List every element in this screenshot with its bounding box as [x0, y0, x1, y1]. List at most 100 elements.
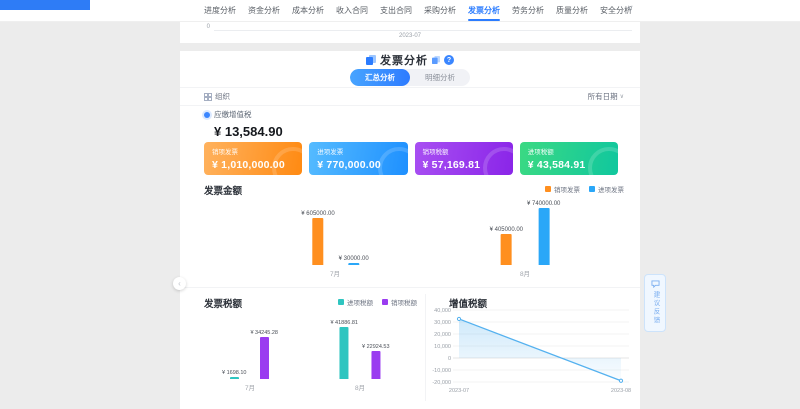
page-title-row: 发票分析 ? [180, 52, 640, 68]
view-tab-明细分析[interactable]: 明细分析 [410, 69, 470, 86]
bar-销项税额-8月 [371, 351, 380, 379]
nav-tab-采购分析[interactable]: 采购分析 [422, 0, 458, 22]
nav-tab-劳务分析[interactable]: 劳务分析 [510, 0, 546, 22]
view-toggle: 汇总分析明细分析 [350, 69, 470, 86]
nav-tab-资金分析[interactable]: 资金分析 [246, 0, 282, 22]
collapse-handle[interactable]: ‹ [173, 277, 186, 290]
kpi-dot-icon [204, 112, 210, 118]
divider [180, 105, 640, 106]
invoice-tax-chart: ¥ 1698.10¥ 34245.287月¥ 41886.81¥ 22924.5… [180, 306, 425, 392]
chat-bubble-icon [651, 280, 660, 288]
top-nav-bar: 进度分析资金分析成本分析收入合同支出合同采购分析发票分析劳务分析质量分析安全分析… [0, 0, 800, 22]
bar-group-8月: ¥ 405000.00 ¥ 740000.00 8月 [490, 201, 561, 278]
summary-card-label: 销项税额 [423, 146, 505, 156]
previous-chart-x-label: 2023-07 [180, 33, 640, 39]
help-icon[interactable]: ? [444, 55, 454, 65]
nav-tabs: 进度分析资金分析成本分析收入合同支出合同采购分析发票分析劳务分析质量分析安全分析 [202, 0, 634, 22]
kpi-value: ¥ 13,584.90 [214, 124, 283, 139]
feedback-widget[interactable]: 建议反馈 [644, 274, 666, 332]
x-tick-label: 2023-08 [611, 388, 631, 394]
bar-item-进项税额: ¥ 41886.81 [330, 320, 358, 379]
y-tick-label: -10,000 [432, 368, 451, 374]
view-toggle-wrap: 汇总分析明细分析 [180, 69, 640, 86]
nav-tab-支出合同[interactable]: 支出合同 [378, 0, 414, 22]
bar-group-8月: ¥ 41886.81¥ 22924.538月 [330, 320, 389, 392]
view-tab-汇总分析[interactable]: 汇总分析 [350, 69, 410, 86]
bars: ¥ 1698.10 ¥ 34245.28 [222, 330, 278, 380]
bar-item-销项发票: ¥ 605000.00 [301, 211, 334, 265]
nav-tab-进度分析[interactable]: 进度分析 [202, 0, 238, 22]
summary-card-value: ¥ 770,000.00 [317, 159, 399, 171]
document-icon [366, 55, 376, 65]
nav-tab-发票分析[interactable]: 发票分析 [466, 0, 502, 22]
y-tick-label: 10,000 [434, 344, 451, 350]
bar-item-销项发票: ¥ 405000.00 [490, 227, 523, 265]
legend-label: 销项发票 [554, 184, 580, 194]
document-small-icon [432, 56, 440, 64]
bar-value-label: ¥ 34245.28 [250, 330, 278, 336]
org-filter-button[interactable]: 组织 [204, 91, 230, 102]
vat-amount-pane: 增值税额 40,00030,00020,00010,0000-10,000-20… [425, 288, 640, 409]
summary-card-销项税额: 销项税额¥ 57,169.81 [415, 142, 513, 175]
invoice-amount-chart: ¥ 605000.00 ¥ 30000.00 7月 ¥ 405000.00 ¥ 7400… [180, 194, 640, 278]
nav-tab-收入合同[interactable]: 收入合同 [334, 0, 370, 22]
date-filter-dropdown[interactable]: 所有日期 ∨ [588, 91, 624, 102]
x-tick-label: 2023-07 [449, 388, 469, 394]
bar-value-label: ¥ 41886.81 [330, 320, 358, 326]
legend-item-销项发票[interactable]: 销项发票 [545, 184, 580, 194]
vat-payable-kpi: 应缴增值税 ¥ 13,584.90 [204, 109, 283, 139]
legend-marker [338, 299, 344, 305]
date-filter-label: 所有日期 [588, 91, 618, 102]
page-title: 发票分析 [380, 52, 428, 68]
y-tick-label: 0 [448, 356, 451, 362]
category-label: 8月 [520, 268, 530, 278]
legend-marker [545, 186, 551, 192]
bar-item-销项税额: ¥ 34245.28 [250, 330, 278, 380]
top-left-accent-bar [0, 0, 90, 10]
kpi-label: 应缴增值税 [214, 109, 252, 120]
bar-value-label: ¥ 740000.00 [527, 201, 560, 207]
org-grid-icon [204, 93, 212, 101]
bar-item-进项税额: ¥ 1698.10 [222, 370, 246, 379]
bar-item-销项税额: ¥ 22924.53 [362, 344, 390, 379]
nav-more-chevron-down-icon[interactable]: ∨ [627, 3, 634, 14]
bars: ¥ 405000.00 ¥ 740000.00 [490, 201, 561, 265]
summary-card-label: 销项发票 [212, 146, 294, 156]
bar-value-label: ¥ 30000.00 [339, 256, 369, 262]
summary-card-value: ¥ 1,010,000.00 [212, 159, 294, 171]
previous-chart-axis-line [214, 30, 632, 31]
bar-进项税额-8月 [340, 327, 349, 379]
invoice-analysis-panel: 0 2023-07 发票分析 ? 汇总分析明细分析 组织 [180, 22, 640, 409]
data-point [457, 317, 460, 320]
summary-card-label: 进项税额 [528, 146, 610, 156]
bar-进项发票-7月 [348, 263, 359, 265]
summary-card-value: ¥ 43,584.91 [528, 159, 610, 171]
bar-value-label: ¥ 605000.00 [301, 211, 334, 217]
vat-amount-line-chart: 40,00030,00020,00010,0000-10,000-20,0002… [425, 304, 637, 400]
y-tick-label: 40,000 [434, 308, 451, 314]
bar-销项发票-8月 [501, 234, 512, 265]
bar-group-7月: ¥ 605000.00 ¥ 30000.00 7月 [301, 211, 368, 278]
summary-card-label: 进项发票 [317, 146, 399, 156]
section-separator [180, 43, 640, 51]
invoice-amount-legend: 销项发票进项发票 [545, 184, 624, 194]
data-point [619, 379, 622, 382]
bottom-charts: 发票税额 进项税额销项税额 ¥ 1698.10¥ 34245.287月¥ 418… [180, 288, 640, 409]
bar-销项发票-7月 [312, 218, 323, 265]
nav-tab-质量分析[interactable]: 质量分析 [554, 0, 590, 22]
bar-item-进项发票: ¥ 740000.00 [527, 201, 560, 265]
filter-row: 组织 所有日期 ∨ [180, 88, 640, 105]
category-label: 7月 [330, 268, 340, 278]
bar-value-label: ¥ 1698.10 [222, 370, 246, 376]
nav-tab-成本分析[interactable]: 成本分析 [290, 0, 326, 22]
bars: ¥ 605000.00 ¥ 30000.00 [301, 211, 368, 265]
legend-marker [382, 299, 388, 305]
legend-marker [589, 186, 595, 192]
bar-进项发票-8月 [538, 208, 549, 265]
summary-card-销项发票: 销项发票 ¥ 1,010,000.00 [204, 142, 302, 175]
legend-item-进项发票[interactable]: 进项发票 [589, 184, 624, 194]
summary-cards-row: 销项发票¥ 1,010,000.00进项发票¥ 770,000.00销项税额¥ … [204, 142, 618, 175]
previous-chart-y-tick: 0 [198, 24, 210, 30]
bar-销项税额-7月 [260, 337, 269, 380]
summary-card-进项税额: 进项税额 ¥ 43,584.91 [520, 142, 618, 175]
